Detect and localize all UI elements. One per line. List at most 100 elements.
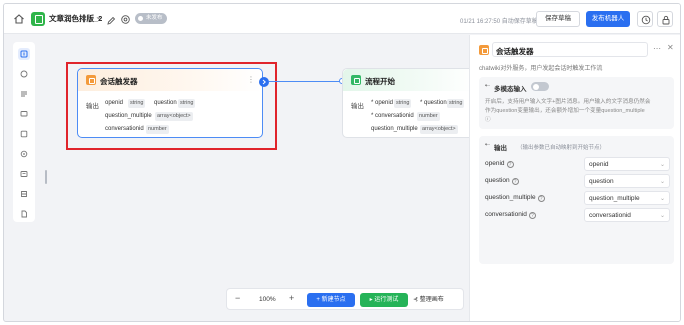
output-name: question? xyxy=(485,177,519,185)
app-window: 文章润色排版_2 ⌄ 未发布 01/21 16:27:50 自动保存草稿 保存草… xyxy=(3,3,681,322)
multimodal-toggle[interactable] xyxy=(531,82,549,91)
connection-edge[interactable] xyxy=(269,81,340,82)
var-type: array<object> xyxy=(155,112,193,121)
output-row: question_multiple? question_multiple ⌄ xyxy=(485,191,670,205)
canvas-toolbar: − 100% + + 新建节点 ▸ 运行测试 ⊰ 整理画布 xyxy=(226,288,464,310)
app-logo-icon xyxy=(31,12,45,26)
section-title: 输出 xyxy=(494,145,507,152)
var-name: question xyxy=(154,100,177,106)
output-mapping-select[interactable]: openid ⌄ xyxy=(584,157,670,171)
history-button[interactable] xyxy=(637,11,653,27)
var-name: * conversationid xyxy=(371,113,414,119)
var-name: * question xyxy=(420,100,447,106)
run-test-button[interactable]: ▸ 运行测试 xyxy=(360,293,408,307)
chevron-down-icon: ⌄ xyxy=(659,196,665,202)
sidebar-item-plugin[interactable] xyxy=(18,148,30,160)
output-row: conversationid? conversationid ⌄ xyxy=(485,208,670,222)
output-mapping-select[interactable]: question_multiple ⌄ xyxy=(584,191,670,205)
output-mapping-select[interactable]: conversationid ⌄ xyxy=(584,208,670,222)
select-value: question_multiple xyxy=(589,195,640,202)
node-title: 会话触发器 xyxy=(100,77,138,86)
edit-icon[interactable] xyxy=(106,13,116,25)
sidebar-item-code[interactable] xyxy=(18,168,30,180)
arrow-left-icon: ⇠ xyxy=(485,83,491,89)
multimodal-description: 作为question变量输出，还会额外增加一个变量question_multip… xyxy=(485,108,645,114)
save-draft-button[interactable]: 保存草稿 xyxy=(536,11,580,27)
node-header: 会话触发器 ⋮ xyxy=(78,69,262,91)
select-value: conversationid xyxy=(589,212,631,219)
help-icon[interactable]: ? xyxy=(506,161,514,168)
sidebar-item-branch[interactable] xyxy=(18,88,30,100)
node-session-trigger[interactable]: 会话触发器 ⋮ 输出 openid string question string… xyxy=(77,68,263,138)
var-type: array<object> xyxy=(420,125,458,134)
top-bar: 文章润色排版_2 ⌄ 未发布 01/21 16:27:50 自动保存草稿 保存草… xyxy=(4,4,680,34)
var-type: string xyxy=(128,99,146,108)
output-name: conversationid? xyxy=(485,211,536,219)
output-name-text: openid xyxy=(485,160,505,167)
sidebar-item-variable[interactable] xyxy=(18,188,30,200)
output-name-text: conversationid xyxy=(485,211,527,218)
sidebar-item-document[interactable] xyxy=(18,208,30,220)
output-label: 输出 xyxy=(351,103,364,110)
output-row: question? question ⌄ xyxy=(485,174,670,188)
publish-button[interactable]: 发布机器人 xyxy=(586,11,630,27)
output-name-text: question xyxy=(485,177,510,184)
tidy-canvas-button[interactable]: ⊰ 整理画布 xyxy=(413,294,444,303)
output-name: openid? xyxy=(485,160,514,168)
sidebar-item-knowledge[interactable] xyxy=(18,128,30,140)
autosave-status: 01/21 16:27:50 自动保存草稿 xyxy=(460,19,538,25)
chevron-down-icon[interactable]: ⌄ xyxy=(95,12,102,21)
select-value: question xyxy=(589,178,614,185)
node-settings-panel: 会话触发器 ⋯ ✕ chatwiki对外服务，用户发起会话时触发工作流 ⇠ 多模… xyxy=(469,35,680,321)
output-name-text: question_multiple xyxy=(485,194,536,201)
section-hint: （输出参数已自动映射到开始节点） xyxy=(517,145,606,151)
panel-title: 会话触发器 xyxy=(496,47,534,56)
multimodal-section: ⇠ 多模态输入 开启后，支持用户输入文字+图片消息。用户输入的文字消息仍然会 作… xyxy=(479,77,674,129)
var-type: string xyxy=(178,99,196,108)
output-mapping-select[interactable]: question ⌄ xyxy=(584,174,670,188)
multimodal-description: 开启后，支持用户输入文字+图片消息。用户输入的文字消息仍然会 xyxy=(485,99,651,105)
help-icon[interactable]: ? xyxy=(537,195,545,202)
var-type: number xyxy=(146,125,169,134)
more-icon[interactable]: ⋮ xyxy=(247,75,255,84)
zoom-in-button[interactable]: + xyxy=(289,293,294,303)
output-port[interactable] xyxy=(259,77,269,87)
start-icon xyxy=(351,75,361,85)
sidebar-item-chat[interactable] xyxy=(18,68,30,80)
sidebar-item-trigger[interactable] xyxy=(18,48,30,60)
output-row: openid? openid ⌄ xyxy=(485,157,670,171)
output-label: 输出 xyxy=(86,103,99,110)
add-node-button[interactable]: + 新建节点 xyxy=(307,293,355,307)
gear-icon[interactable] xyxy=(120,12,131,24)
zoom-level: 100% xyxy=(259,296,276,303)
zoom-out-button[interactable]: − xyxy=(235,293,240,303)
more-icon[interactable]: ⋯ xyxy=(653,44,661,53)
arrow-left-icon: ⇠ xyxy=(485,142,491,148)
help-icon[interactable]: ⓘ xyxy=(485,115,670,123)
output-section: ⇠ 输出 （输出参数已自动映射到开始节点） openid? openid ⌄ qu… xyxy=(479,136,674,264)
var-name: conversationid xyxy=(105,126,144,132)
trigger-icon xyxy=(86,75,96,85)
chevron-down-icon: ⌄ xyxy=(659,162,665,168)
node-sidebar xyxy=(13,42,35,222)
var-type: number xyxy=(417,112,440,121)
node-title: 流程开始 xyxy=(365,77,395,86)
sidebar-item-message[interactable] xyxy=(18,108,30,120)
output-name: question_multiple? xyxy=(485,194,545,202)
sidebar-resize-handle[interactable] xyxy=(45,170,47,184)
tidy-icon: ⊰ xyxy=(413,297,420,303)
help-icon[interactable]: ? xyxy=(511,178,519,185)
close-icon[interactable]: ✕ xyxy=(667,43,674,52)
select-value: openid xyxy=(589,161,609,168)
panel-description: chatwiki对外服务，用户发起会话时触发工作流 xyxy=(479,66,603,72)
chevron-down-icon: ⌄ xyxy=(659,213,665,219)
section-title: 多模态输入 xyxy=(494,86,527,93)
lock-button[interactable] xyxy=(657,11,673,27)
trigger-icon xyxy=(479,45,489,55)
help-icon[interactable]: ? xyxy=(528,212,536,219)
home-icon[interactable] xyxy=(13,12,25,24)
status-badge: 未发布 xyxy=(135,13,167,24)
var-name: * openid xyxy=(371,100,394,106)
var-name: openid xyxy=(105,100,124,106)
node-flow-start[interactable]: 流程开始 输出 * openid string * question strin… xyxy=(342,68,476,138)
